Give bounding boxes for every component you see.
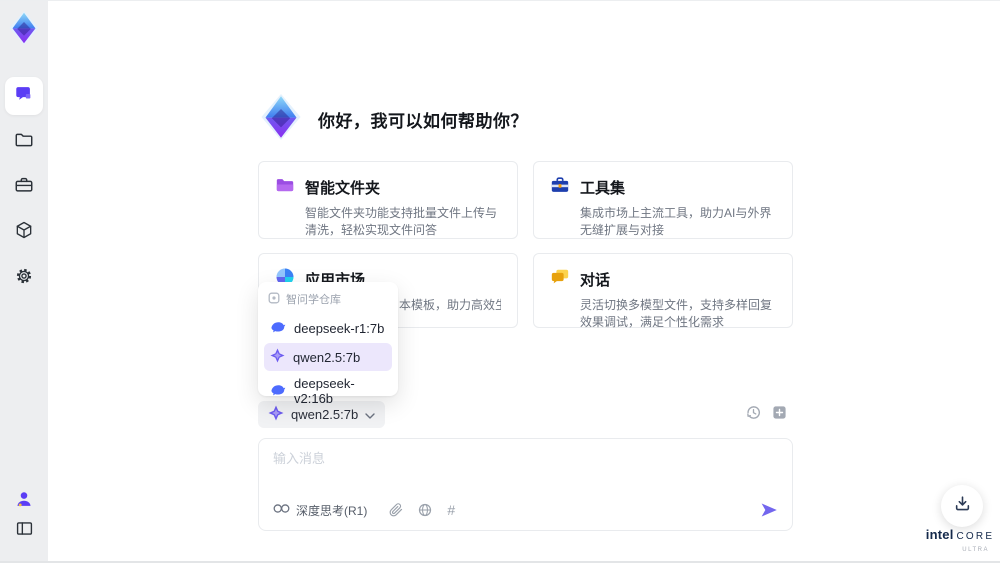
paperclip-icon[interactable] [389,503,403,517]
greeting-title: 你好，我可以如何帮助你？ [318,111,528,131]
model-option-label: deepseek-v2:16b [294,376,355,406]
folder-icon [14,130,34,155]
hero-logo-icon [258,93,304,145]
card-title: 工具集 [580,180,626,197]
card-title: 智能文件夹 [305,180,381,197]
download-icon [954,495,971,517]
card-description-partial: 本模板，助力高效生成多 [399,298,501,312]
gear-icon [14,266,34,291]
briefcase-icon [14,175,34,200]
sidebar-item-settings[interactable] [5,259,43,297]
repo-label: 智问学仓库 [286,294,341,306]
dialog-icon [550,267,570,292]
send-button[interactable] [760,501,778,519]
history-icon[interactable] [746,405,761,420]
card-dialog[interactable]: 对话 灵活切换多模型文件，支持多样回复效果调试，满足个性化需求 [533,253,793,329]
app-logo-icon [7,11,41,45]
composer-toolbar: 深度思考(R1) # [273,500,778,520]
toolbox-icon [550,175,570,200]
hero: 你好，我可以如何帮助你？ [258,93,528,145]
deepthink-label: 深度思考(R1) [296,503,368,518]
intel-core-logo: intel CORE ULTRA [925,528,995,557]
deepthink-toggle[interactable]: 深度思考(R1) [273,502,367,519]
deepseek-logo-icon [270,319,286,338]
repo-icon [268,292,280,307]
hash-icon[interactable]: # [447,502,455,518]
model-repo-header: 智问学仓库 [264,289,392,314]
sidebar [0,1,48,561]
model-option-deepseek-v2[interactable]: deepseek-v2:16b [264,371,392,411]
deepthink-icon [273,503,290,517]
card-description: 灵活切换多模型文件，支持多样回复效果调试，满足个性化需求 [580,298,773,329]
sidebar-item-toolbox[interactable] [5,168,43,206]
intel-wordmark: intel [925,527,954,542]
card-title: 对话 [580,272,611,289]
sidebar-item-models[interactable] [5,213,43,251]
model-option-label: deepseek-r1:7b [294,321,385,336]
smart-folder-icon [275,175,295,200]
new-chat-icon[interactable] [772,405,787,420]
cube-icon [14,220,34,245]
sidebar-item-chat[interactable] [5,77,43,115]
model-option-qwen[interactable]: qwen2.5:7b [264,343,392,371]
deepseek-logo-icon [270,382,286,401]
composer-icons: # [389,502,455,518]
chat-tools [746,405,787,420]
panel-collapse-icon[interactable] [5,509,43,547]
card-smart-folder[interactable]: 智能文件夹 智能文件夹功能支持批量文件上传与清洗，轻松实现文件问答 [258,161,518,239]
model-option-deepseek-r1[interactable]: deepseek-r1:7b [264,314,392,343]
app-window: 你好，我可以如何帮助你？ 智能文件夹 智能文件夹功能支持批量文件上传与清洗，轻松… [0,0,1000,563]
ultra-badge: ULTRA [962,547,989,553]
chat-bubble-icon [14,84,34,109]
core-wordmark: CORE [956,531,995,542]
model-dropdown: 智问学仓库 deepseek-r1:7b qwen2.5:7b deepseek… [258,282,398,406]
sidebar-item-folders[interactable] [5,123,43,161]
message-input[interactable] [273,448,753,492]
message-composer: 深度思考(R1) # [258,438,793,531]
card-description: 智能文件夹功能支持批量文件上传与清洗，轻松实现文件问答 [305,206,498,237]
globe-icon[interactable] [418,503,432,517]
download-fab-button[interactable] [941,485,983,527]
qwen-logo-icon [270,348,285,366]
card-toolset[interactable]: 工具集 集成市场上主流工具，助力AI与外界无缝扩展与对接 [533,161,793,239]
card-description: 集成市场上主流工具，助力AI与外界无缝扩展与对接 [580,206,772,237]
model-option-label: qwen2.5:7b [293,349,361,365]
